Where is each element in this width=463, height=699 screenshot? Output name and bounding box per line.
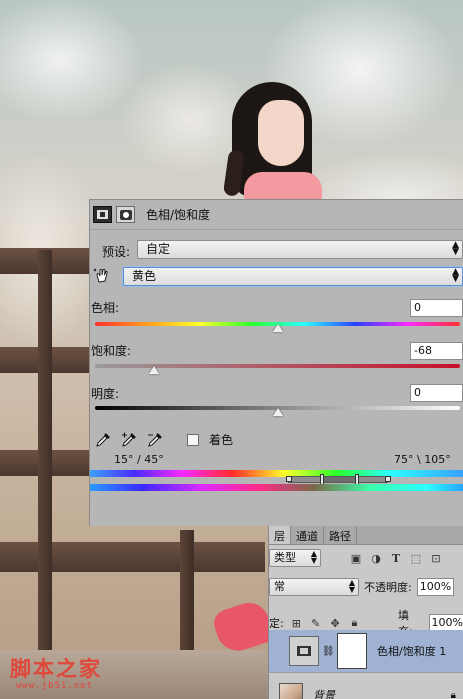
eyedropper-plus-icon[interactable] [121, 432, 137, 448]
lock-all-icon[interactable]: 🔒︎ [348, 616, 361, 630]
hue-input[interactable]: 0 [410, 299, 463, 317]
opacity-input[interactable]: 100% [416, 578, 454, 596]
tab-layers[interactable]: 层 [269, 526, 291, 544]
saturation-slider-thumb[interactable] [149, 366, 159, 374]
preset-label: 预设: [102, 245, 131, 259]
hue-slider-thumb[interactable] [273, 324, 283, 332]
photo-post [180, 530, 194, 660]
smart-object-filter-icon[interactable]: ⊡ [429, 551, 443, 565]
adjustment-filter-icon[interactable]: ◑ [369, 551, 383, 565]
watermark-url: www.jb51.net [16, 681, 94, 691]
lightness-input[interactable]: 0 [410, 384, 463, 402]
background-thumbnail [279, 683, 303, 699]
range-falloff-right-handle[interactable] [385, 476, 391, 482]
watermark-title: 脚本之家 [10, 656, 102, 681]
photo-face [258, 100, 304, 166]
color-range-core[interactable] [322, 476, 358, 483]
kind-filter-value: 类型 [274, 551, 296, 564]
hue-saturation-panel: 色相/饱和度 预设: 自定 ▲ ▼ 黄色 ▲ ▼ 色相: 0 饱和度: -68 明度… [89, 199, 463, 526]
layers-panel: 层 通道 路径 类型 ▲ ▼ ▣ ◑ T ⬚ ⊡ 常 ▲ ▼ 不透明度: 100% … [268, 526, 463, 699]
saturation-label: 饱和度: [91, 344, 132, 358]
range-falloff-left-handle[interactable] [286, 476, 292, 482]
targeted-adjustment-hand-icon[interactable] [93, 267, 111, 285]
photo-post [38, 250, 52, 650]
layer-mask-thumbnail[interactable] [337, 633, 367, 669]
layers-tabs: 层 通道 路径 [269, 526, 463, 545]
photo-shoe [210, 597, 276, 657]
select-arrows-icon: ▲ ▼ [348, 578, 355, 594]
lightness-slider-thumb[interactable] [273, 408, 283, 416]
watermark: 脚本之家 www.jb51.net [10, 653, 102, 691]
tab-paths[interactable]: 路径 [324, 526, 357, 544]
lightness-label: 明度: [91, 387, 120, 401]
image-filter-icon[interactable]: ▣ [349, 551, 363, 565]
panel-title: 色相/饱和度 [146, 208, 211, 222]
hue-label: 色相: [91, 301, 120, 315]
colorize-checkbox[interactable] [187, 433, 199, 446]
select-arrows-icon: ▲ ▼ [452, 240, 459, 257]
panel-header: 色相/饱和度 [90, 200, 463, 230]
adjustment-layer-icon [289, 636, 319, 666]
colorize-label: 着色 [209, 433, 234, 447]
spectrum-top-bar [90, 470, 463, 477]
layer-row-hue-saturation[interactable]: ⛓ 色相/饱和度 1 [269, 630, 463, 673]
kind-filter-select[interactable]: 类型 ▲ ▼ [269, 549, 321, 567]
preset-value: 自定 [146, 242, 171, 256]
filter-row: 类型 ▲ ▼ ▣ ◑ T ⬚ ⊡ [269, 549, 463, 567]
shape-filter-icon[interactable]: ⬚ [409, 551, 423, 565]
blend-mode-select[interactable]: 常 ▲ ▼ [269, 578, 359, 596]
select-arrows-icon: ▲ ▼ [452, 267, 459, 284]
channel-value: 黄色 [132, 269, 157, 283]
layer-name: 背景 [313, 689, 335, 699]
range-right-readout: 75° \ 105° [394, 453, 451, 466]
channel-select[interactable]: 黄色 ▲ ▼ [123, 267, 463, 286]
eyedropper-minus-icon[interactable] [147, 432, 163, 448]
spectrum-bottom-bar [90, 484, 463, 491]
photo-shirt [244, 172, 322, 200]
chain-link-icon[interactable]: ⛓ [322, 646, 335, 657]
layer-row-background[interactable]: 背景 🔒︎ [269, 674, 463, 699]
saturation-input[interactable]: -68 [410, 342, 463, 360]
mask-icon[interactable] [116, 206, 135, 223]
lock-icon: 🔒︎ [450, 689, 456, 699]
sample-tools: 着色 [95, 431, 233, 448]
select-arrows-icon: ▲ ▼ [310, 549, 317, 565]
layer-name: 色相/饱和度 1 [377, 645, 447, 658]
adjustment-icon[interactable] [93, 206, 112, 223]
lock-pixels-icon[interactable]: ✎ [309, 616, 322, 630]
eyedropper-icon[interactable] [95, 432, 111, 448]
range-left-readout: 15° / 45° [114, 453, 164, 466]
type-filter-icon[interactable]: T [389, 551, 403, 565]
lock-position-icon[interactable]: ✥ [328, 616, 341, 630]
lock-label: 定: [269, 617, 284, 630]
blend-mode-value: 常 [274, 580, 285, 593]
blend-row: 常 ▲ ▼ 不透明度: 100% [269, 578, 463, 596]
tab-channels[interactable]: 通道 [291, 526, 324, 544]
opacity-label: 不透明度: [364, 581, 412, 594]
preset-select[interactable]: 自定 ▲ ▼ [137, 240, 463, 259]
lock-transparent-icon[interactable]: ⊞ [290, 616, 303, 630]
